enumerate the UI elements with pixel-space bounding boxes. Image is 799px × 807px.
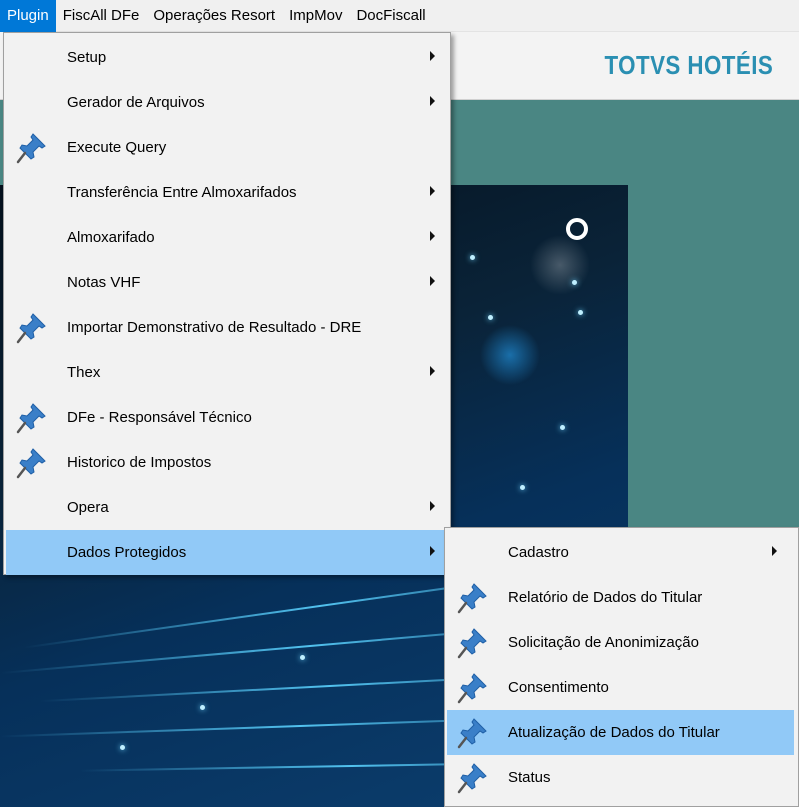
menu-item-label: Atualização de Dados do Titular <box>508 724 720 741</box>
menu-item-dados-protegidos[interactable]: Dados Protegidos <box>6 530 448 575</box>
pushpin-icon <box>15 402 47 434</box>
menu-plugin[interactable]: Plugin <box>0 0 56 32</box>
menu-impmov[interactable]: ImpMov <box>282 0 349 32</box>
submenu-arrow-icon <box>430 276 435 286</box>
menu-item-execute-query[interactable]: Execute Query <box>6 125 448 170</box>
pushpin-icon <box>456 672 488 704</box>
menu-item-label: Opera <box>67 499 109 516</box>
light-dot <box>470 255 475 260</box>
menu-item-label: Execute Query <box>67 139 167 156</box>
light-dot <box>200 705 205 710</box>
submenu-item-cadastro[interactable]: Cadastro <box>447 530 794 575</box>
menu-item-importar-dre[interactable]: Importar Demonstrativo de Resultado - DR… <box>6 305 448 350</box>
dados-protegidos-submenu: Cadastro Relatório de Dados do Titular S… <box>444 527 799 807</box>
menu-operacoes-resort[interactable]: Operações Resort <box>146 0 282 32</box>
menu-item-dfe-responsavel-tecnico[interactable]: DFe - Responsável Técnico <box>6 395 448 440</box>
submenu-item-status[interactable]: Status <box>447 755 794 800</box>
menu-item-gerador-de-arquivos[interactable]: Gerador de Arquivos <box>6 80 448 125</box>
menu-fiscall-dfe[interactable]: FiscAll DFe <box>56 0 147 32</box>
pushpin-icon <box>15 312 47 344</box>
menu-item-label: Notas VHF <box>67 274 141 291</box>
submenu-arrow-icon <box>430 231 435 241</box>
submenu-arrow-icon <box>430 366 435 376</box>
menu-item-opera[interactable]: Opera <box>6 485 448 530</box>
submenu-arrow-icon <box>772 546 777 556</box>
menu-item-notas-vhf[interactable]: Notas VHF <box>6 260 448 305</box>
menu-item-label: DFe - Responsável Técnico <box>67 409 252 426</box>
light-dot <box>572 280 577 285</box>
menu-item-label: Dados Protegidos <box>67 544 187 561</box>
submenu-item-solicitacao-anonimizacao[interactable]: Solicitação de Anonimização <box>447 620 794 665</box>
light-dot <box>520 485 525 490</box>
pushpin-icon <box>15 447 47 479</box>
submenu-arrow-icon <box>430 546 435 556</box>
menu-item-label: Status <box>508 769 551 786</box>
submenu-item-atualizacao-dados-titular[interactable]: Atualização de Dados do Titular <box>447 710 794 755</box>
menu-item-transferencia-entre-almoxarifados[interactable]: Transferência Entre Almoxarifados <box>6 170 448 215</box>
light-dot <box>120 745 125 750</box>
light-dot <box>488 315 493 320</box>
menu-item-label: Consentimento <box>508 679 609 696</box>
light-dot <box>300 655 305 660</box>
menu-item-label: Thex <box>67 364 101 381</box>
menu-item-setup[interactable]: Setup <box>6 35 448 80</box>
menu-item-label: Cadastro <box>508 544 569 561</box>
submenu-arrow-icon <box>430 51 435 61</box>
menu-item-almoxarifado[interactable]: Almoxarifado <box>6 215 448 260</box>
menu-item-label: Solicitação de Anonimização <box>508 634 699 651</box>
submenu-item-relatorio-dados-titular[interactable]: Relatório de Dados do Titular <box>447 575 794 620</box>
menu-item-label: Almoxarifado <box>67 229 155 246</box>
pushpin-icon <box>456 762 488 794</box>
light-dot <box>578 310 583 315</box>
menu-item-thex[interactable]: Thex <box>6 350 448 395</box>
brand-logo: TOTVS HOTÉIS <box>604 50 773 80</box>
pushpin-icon <box>15 132 47 164</box>
submenu-item-consentimento[interactable]: Consentimento <box>447 665 794 710</box>
menu-item-label: Transferência Entre Almoxarifados <box>67 184 297 201</box>
plugin-menu: Setup Gerador de Arquivos Execute Query … <box>3 32 451 575</box>
menu-item-label: Setup <box>67 49 107 66</box>
menu-item-label: Importar Demonstrativo de Resultado - DR… <box>67 319 362 336</box>
pushpin-icon <box>456 717 488 749</box>
submenu-arrow-icon <box>430 186 435 196</box>
submenu-arrow-icon <box>430 96 435 106</box>
menu-item-label: Relatório de Dados do Titular <box>508 589 703 606</box>
pushpin-icon <box>456 627 488 659</box>
menu-item-label: Gerador de Arquivos <box>67 94 205 111</box>
submenu-arrow-icon <box>430 501 435 511</box>
pushpin-icon <box>456 582 488 614</box>
menu-item-label: Historico de Impostos <box>67 454 212 471</box>
menubar: Plugin FiscAll DFe Operações Resort ImpM… <box>0 0 799 32</box>
light-dot <box>560 425 565 430</box>
menu-docfiscall[interactable]: DocFiscall <box>349 0 432 32</box>
menu-item-historico-de-impostos[interactable]: Historico de Impostos <box>6 440 448 485</box>
decorative-ring <box>566 218 588 240</box>
